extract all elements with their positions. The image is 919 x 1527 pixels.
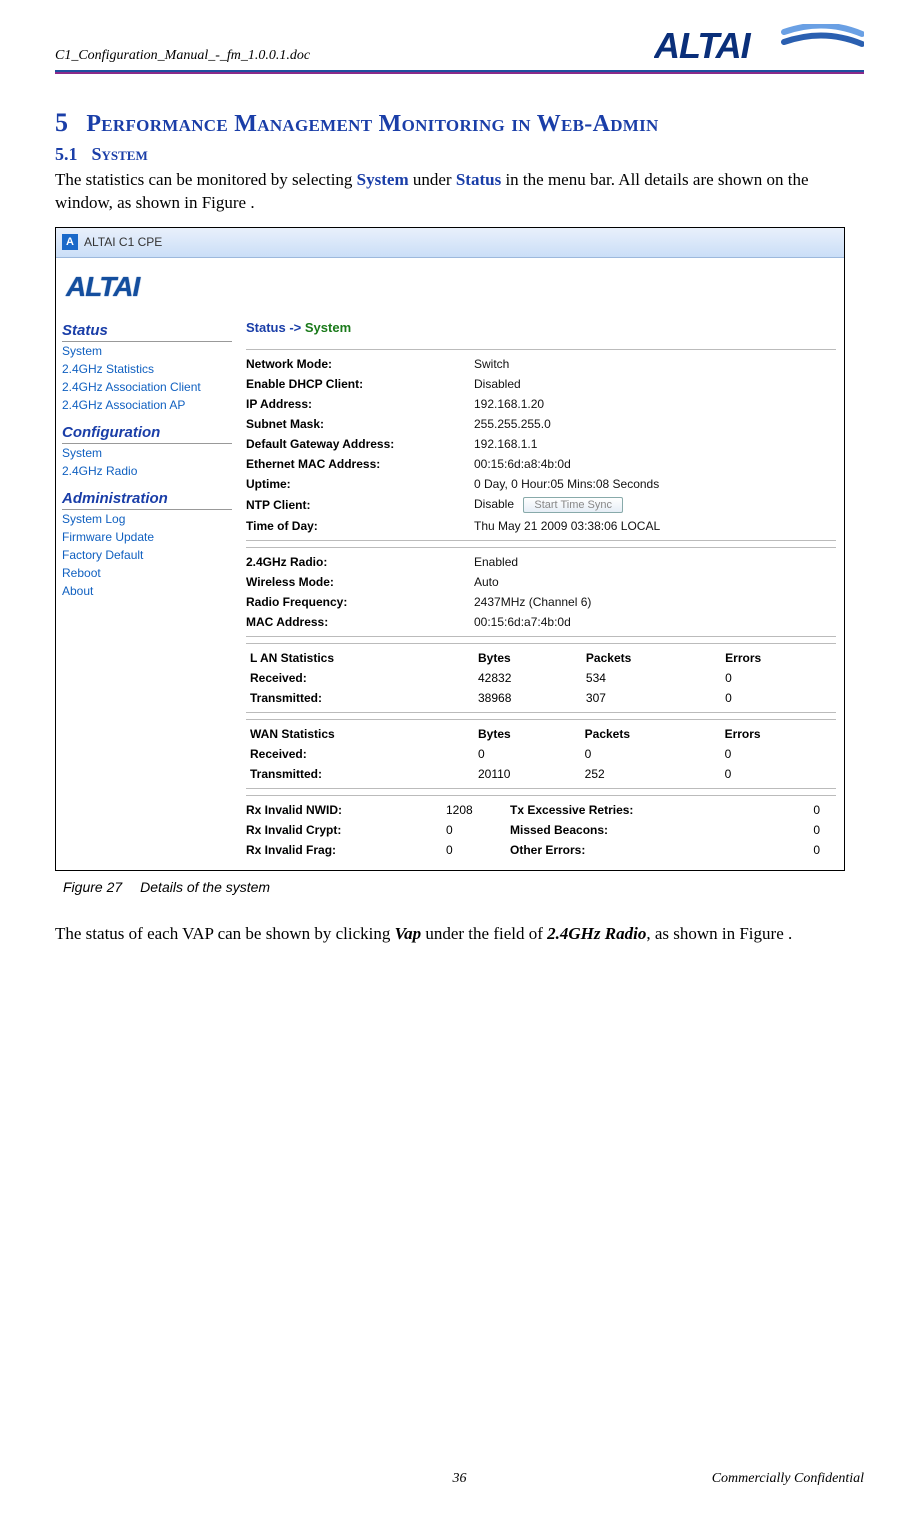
section-title-text: Performance Management Monitoring in Web… xyxy=(86,111,658,137)
sidebar-group-administration: Administration System Log Firmware Updat… xyxy=(62,490,232,600)
intro-paragraph-2: The status of each VAP can be shown by c… xyxy=(55,923,864,946)
figure-caption-text: Details of the system xyxy=(140,879,270,895)
sidebar-item-about[interactable]: About xyxy=(62,582,232,600)
table-row: Received: 42832 534 0 xyxy=(246,668,836,688)
subsection-heading: 5.1 System xyxy=(55,144,864,165)
favicon-icon: A xyxy=(62,234,78,250)
row-default-gateway: Default Gateway Address:192.168.1.1 xyxy=(246,434,836,454)
row-mac-address: MAC Address:00:15:6d:a7:4b:0d xyxy=(246,612,836,632)
figure-number: Figure 27 xyxy=(63,879,122,895)
app-logo: ALTAI xyxy=(58,267,147,303)
col-packets: Packets xyxy=(581,724,721,744)
row-network-mode: Network Mode:Switch xyxy=(246,354,836,374)
confidential-label: Commercially Confidential xyxy=(712,1471,864,1487)
table-row: Transmitted: 38968 307 0 xyxy=(246,688,836,708)
sidebar-group-status: Status System 2.4GHz Statistics 2.4GHz A… xyxy=(62,322,232,414)
sidebar: Status System 2.4GHz Statistics 2.4GHz A… xyxy=(56,312,238,870)
wan-stats-block: WAN Statistics Bytes Packets Errors Rece… xyxy=(246,719,836,789)
brand-logo: ALTAI xyxy=(654,24,864,68)
document-filename: C1_Configuration_Manual_-_fm_1.0.0.1.doc xyxy=(55,48,310,68)
browser-titlebar: A ALTAI C1 CPE xyxy=(56,228,844,258)
start-time-sync-button[interactable]: Start Time Sync xyxy=(523,497,623,513)
row-wireless-mode: Wireless Mode:Auto xyxy=(246,572,836,592)
sidebar-item-24ghz-assoc-client[interactable]: 2.4GHz Association Client xyxy=(62,378,232,396)
row-24ghz-radio: 2.4GHz Radio:Enabled xyxy=(246,552,836,572)
page-footer: 36 Commercially Confidential xyxy=(55,1471,864,1487)
err-row: Rx Invalid Frag: 0 Other Errors: 0 xyxy=(246,840,836,860)
section-number: 5 xyxy=(55,108,68,137)
brand-swoosh-icon xyxy=(784,25,862,44)
err-row: Rx Invalid NWID: 1208 Tx Excessive Retri… xyxy=(246,800,836,820)
main-panel: Status -> System Network Mode:Switch Ena… xyxy=(238,312,844,870)
table-header-row: L AN Statistics Bytes Packets Errors xyxy=(246,648,836,668)
breadcrumb: Status -> System xyxy=(246,312,836,349)
col-bytes: Bytes xyxy=(474,648,582,668)
lan-stats-table: L AN Statistics Bytes Packets Errors Rec… xyxy=(246,648,836,708)
lan-stats-block: L AN Statistics Bytes Packets Errors Rec… xyxy=(246,643,836,713)
radio-info-block: 2.4GHz Radio:Enabled Wireless Mode:Auto … xyxy=(246,547,836,637)
wan-stats-title: WAN Statistics xyxy=(246,724,474,744)
col-bytes: Bytes xyxy=(474,724,581,744)
col-packets: Packets xyxy=(582,648,721,668)
sidebar-item-firmware-update[interactable]: Firmware Update xyxy=(62,528,232,546)
section-heading: 5 Performance Management Monitoring in We… xyxy=(55,108,864,138)
page-number: 36 xyxy=(453,1471,467,1487)
table-header-row: WAN Statistics Bytes Packets Errors xyxy=(246,724,836,744)
keyword-status: Status xyxy=(456,170,501,189)
browser-tab-title: ALTAI C1 CPE xyxy=(84,235,162,249)
system-info-block: Network Mode:Switch Enable DHCP Client:D… xyxy=(246,349,836,541)
keyword-system: System xyxy=(357,170,409,189)
intro-paragraph-1: The statistics can be monitored by selec… xyxy=(55,169,864,215)
sidebar-head-administration: Administration xyxy=(62,490,232,510)
table-row: Received: 0 0 0 xyxy=(246,744,836,764)
breadcrumb-system: System xyxy=(305,320,351,335)
page-header: C1_Configuration_Manual_-_fm_1.0.0.1.doc… xyxy=(55,0,864,68)
figure-caption: Figure 27 Details of the system xyxy=(63,879,864,895)
row-ntp-client: NTP Client: Disable Start Time Sync xyxy=(246,494,836,516)
sidebar-head-configuration: Configuration xyxy=(62,424,232,444)
lan-stats-title: L AN Statistics xyxy=(246,648,474,668)
keyword-vap: Vap xyxy=(395,924,421,943)
row-subnet-mask: Subnet Mask:255.255.255.0 xyxy=(246,414,836,434)
row-dhcp-client: Enable DHCP Client:Disabled xyxy=(246,374,836,394)
row-uptime: Uptime:0 Day, 0 Hour:05 Mins:08 Seconds xyxy=(246,474,836,494)
sidebar-head-status: Status xyxy=(62,322,232,342)
wan-stats-table: WAN Statistics Bytes Packets Errors Rece… xyxy=(246,724,836,784)
app-logo-row: ALTAI xyxy=(56,258,844,312)
figure-screenshot: A ALTAI C1 CPE ALTAI Status System 2.4GH… xyxy=(55,227,845,871)
ntp-client-value: Disable xyxy=(474,497,514,511)
table-row: Transmitted: 20110 252 0 xyxy=(246,764,836,784)
col-errors: Errors xyxy=(721,648,836,668)
sidebar-item-factory-default[interactable]: Factory Default xyxy=(62,546,232,564)
page-content: 5 Performance Management Monitoring in We… xyxy=(55,74,864,946)
row-radio-frequency: Radio Frequency:2437MHz (Channel 6) xyxy=(246,592,836,612)
subsection-number: 5.1 xyxy=(55,144,78,164)
sidebar-item-reboot[interactable]: Reboot xyxy=(62,564,232,582)
brand-text: ALTAI xyxy=(654,25,752,66)
row-ip-address: IP Address:192.168.1.20 xyxy=(246,394,836,414)
sidebar-group-configuration: Configuration System 2.4GHz Radio xyxy=(62,424,232,480)
sidebar-item-24ghz-statistics[interactable]: 2.4GHz Statistics xyxy=(62,360,232,378)
error-stats-block: Rx Invalid NWID: 1208 Tx Excessive Retri… xyxy=(246,795,836,860)
sidebar-item-config-24ghz-radio[interactable]: 2.4GHz Radio xyxy=(62,462,232,480)
col-errors: Errors xyxy=(721,724,836,744)
row-time-of-day: Time of Day:Thu May 21 2009 03:38:06 LOC… xyxy=(246,516,836,536)
keyword-24ghz-radio: 2.4GHz Radio xyxy=(547,924,646,943)
subsection-title-text: System xyxy=(92,144,148,164)
sidebar-item-24ghz-assoc-ap[interactable]: 2.4GHz Association AP xyxy=(62,396,232,414)
sidebar-item-config-system[interactable]: System xyxy=(62,444,232,462)
sidebar-item-system-log[interactable]: System Log xyxy=(62,510,232,528)
app-body: Status System 2.4GHz Statistics 2.4GHz A… xyxy=(56,312,844,870)
sidebar-item-system[interactable]: System xyxy=(62,342,232,360)
breadcrumb-status: Status -> xyxy=(246,320,301,335)
err-row: Rx Invalid Crypt: 0 Missed Beacons: 0 xyxy=(246,820,836,840)
row-ethernet-mac: Ethernet MAC Address:00:15:6d:a8:4b:0d xyxy=(246,454,836,474)
